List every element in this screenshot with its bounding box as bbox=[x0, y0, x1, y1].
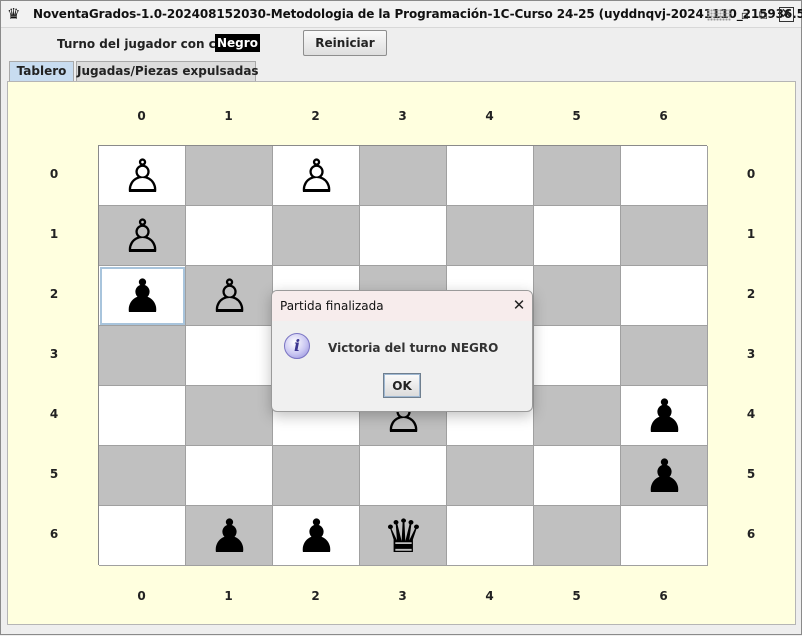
row-label-left: 2 bbox=[49, 287, 59, 301]
board-cell-0-6[interactable] bbox=[621, 146, 708, 206]
dialog-title-bar[interactable]: Partida finalizada ✕ bbox=[272, 291, 532, 321]
window-title: NoventaGrados-1.0-202408152030-Metodolog… bbox=[33, 7, 802, 21]
row-label-left: 1 bbox=[49, 227, 59, 241]
row-label-left: 6 bbox=[49, 527, 59, 541]
dialog-close-icon[interactable]: ✕ bbox=[510, 296, 528, 314]
row-label-right: 0 bbox=[746, 167, 756, 181]
title-bar[interactable]: ♛ NoventaGrados-1.0-202408152030-Metodol… bbox=[1, 1, 802, 28]
column-label-bottom: 0 bbox=[137, 589, 146, 603]
dialog-title: Partida finalizada bbox=[280, 299, 384, 313]
restart-button[interactable]: Reiniciar bbox=[303, 30, 387, 56]
board-cell-5-3[interactable] bbox=[360, 446, 447, 506]
board-cell-1-2[interactable] bbox=[273, 206, 360, 266]
board-cell-1-4[interactable] bbox=[447, 206, 534, 266]
board-cell-3-1[interactable] bbox=[186, 326, 273, 386]
column-label-bottom: 2 bbox=[311, 589, 320, 603]
black-pawn-piece[interactable]: ♟ bbox=[99, 266, 186, 326]
column-label-bottom: 3 bbox=[398, 589, 407, 603]
board-cell-0-4[interactable] bbox=[447, 146, 534, 206]
board-cell-3-6[interactable] bbox=[621, 326, 708, 386]
white-pawn-piece[interactable]: ♙ bbox=[99, 146, 186, 206]
black-pawn-piece[interactable]: ♟ bbox=[186, 506, 273, 566]
chess-pawn-icon: ♛ bbox=[7, 5, 21, 23]
column-label-top: 2 bbox=[311, 109, 320, 123]
maximize-icon[interactable]: ⧉ bbox=[755, 7, 771, 23]
column-label-top: 0 bbox=[137, 109, 146, 123]
board-cell-6-0[interactable] bbox=[99, 506, 186, 566]
title-grip bbox=[707, 9, 731, 21]
board-cell-1-3[interactable] bbox=[360, 206, 447, 266]
tab-board[interactable]: Tablero bbox=[9, 61, 74, 81]
row-label-left: 5 bbox=[49, 467, 59, 481]
row-label-right: 2 bbox=[746, 287, 756, 301]
board-cell-4-5[interactable] bbox=[534, 386, 621, 446]
turn-color-badge: Negro bbox=[215, 34, 260, 52]
row-label-left: 0 bbox=[49, 167, 59, 181]
black-pawn-piece[interactable]: ♟ bbox=[621, 446, 708, 506]
board-cell-2-5[interactable] bbox=[534, 266, 621, 326]
column-label-top: 4 bbox=[485, 109, 494, 123]
board-cell-0-1[interactable] bbox=[186, 146, 273, 206]
board-cell-3-5[interactable] bbox=[534, 326, 621, 386]
board-cell-0-5[interactable] bbox=[534, 146, 621, 206]
board-cell-3-0[interactable] bbox=[99, 326, 186, 386]
column-label-bottom: 6 bbox=[659, 589, 668, 603]
column-label-top: 5 bbox=[572, 109, 581, 123]
white-pawn-piece[interactable]: ♙ bbox=[99, 206, 186, 266]
application-window: ♛ NoventaGrados-1.0-202408152030-Metodol… bbox=[0, 0, 802, 635]
black-queen-piece[interactable]: ♛ bbox=[360, 506, 447, 566]
board-cell-6-5[interactable] bbox=[534, 506, 621, 566]
board-cell-4-1[interactable] bbox=[186, 386, 273, 446]
toolbar: Turno del jugador con color: Negro Reini… bbox=[1, 28, 801, 58]
row-label-right: 1 bbox=[746, 227, 756, 241]
white-pawn-piece[interactable]: ♙ bbox=[273, 146, 360, 206]
board-cell-1-6[interactable] bbox=[621, 206, 708, 266]
board-cell-5-2[interactable] bbox=[273, 446, 360, 506]
board-cell-4-0[interactable] bbox=[99, 386, 186, 446]
ok-button[interactable]: OK bbox=[383, 373, 421, 398]
board-cell-6-6[interactable] bbox=[621, 506, 708, 566]
column-label-bottom: 5 bbox=[572, 589, 581, 603]
minimize-icon[interactable]: ▫ bbox=[737, 7, 753, 23]
white-pawn-piece[interactable]: ♙ bbox=[186, 266, 273, 326]
board-cell-5-1[interactable] bbox=[186, 446, 273, 506]
row-label-right: 4 bbox=[746, 407, 756, 421]
board-cell-0-3[interactable] bbox=[360, 146, 447, 206]
column-label-top: 1 bbox=[224, 109, 233, 123]
board-cell-6-4[interactable] bbox=[447, 506, 534, 566]
tab-moves-expelled-pieces[interactable]: Jugadas/Piezas expulsadas bbox=[76, 61, 259, 81]
board-cell-1-1[interactable] bbox=[186, 206, 273, 266]
board-cell-5-0[interactable] bbox=[99, 446, 186, 506]
row-label-left: 3 bbox=[49, 347, 59, 361]
row-label-right: 5 bbox=[746, 467, 756, 481]
info-icon: i bbox=[284, 333, 310, 359]
row-label-left: 4 bbox=[49, 407, 59, 421]
black-pawn-piece[interactable]: ♟ bbox=[621, 386, 708, 446]
close-icon[interactable]: ✕ bbox=[779, 7, 794, 22]
column-label-top: 6 bbox=[659, 109, 668, 123]
row-label-right: 3 bbox=[746, 347, 756, 361]
black-pawn-piece[interactable]: ♟ bbox=[273, 506, 360, 566]
column-label-top: 3 bbox=[398, 109, 407, 123]
column-label-bottom: 1 bbox=[224, 589, 233, 603]
board-cell-2-6[interactable] bbox=[621, 266, 708, 326]
board-cell-1-5[interactable] bbox=[534, 206, 621, 266]
dialog-message: Victoria del turno NEGRO bbox=[328, 341, 499, 355]
board-cell-5-4[interactable] bbox=[447, 446, 534, 506]
board-cell-5-5[interactable] bbox=[534, 446, 621, 506]
column-label-bottom: 4 bbox=[485, 589, 494, 603]
game-over-dialog: Partida finalizada ✕ i Victoria del turn… bbox=[271, 290, 533, 412]
row-label-right: 6 bbox=[746, 527, 756, 541]
